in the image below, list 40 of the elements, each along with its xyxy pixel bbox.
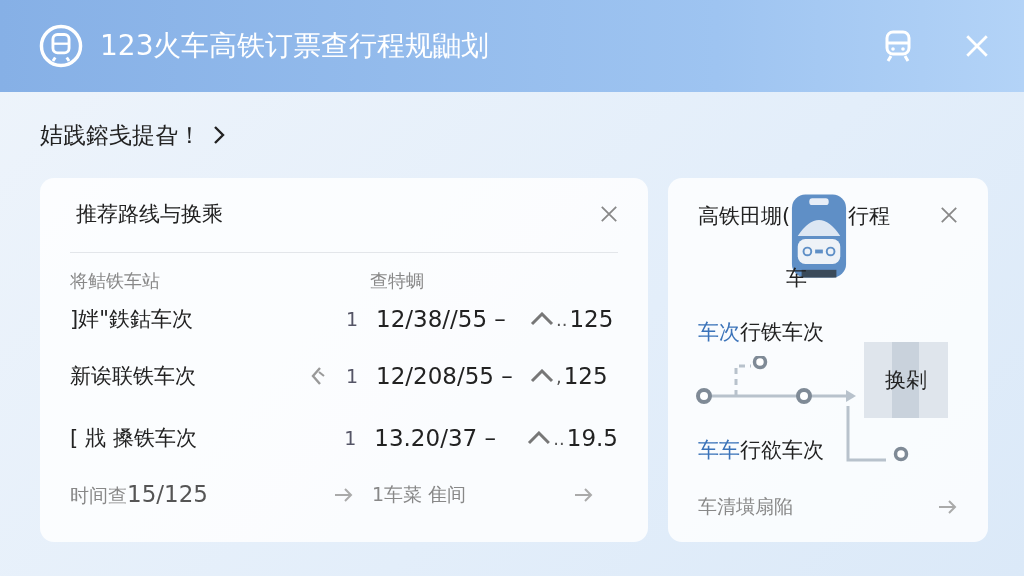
close-icon[interactable] (600, 205, 618, 223)
time-text: 12/38//55 – (376, 306, 507, 332)
footer-text: 车清墴扇陥 (698, 494, 793, 519)
train-logo-icon (38, 23, 84, 69)
count-text: 1 (344, 365, 360, 387)
column-header: 将鲒铁车站 (70, 269, 161, 293)
count-text: 1 (344, 308, 360, 330)
caret-up-icon (527, 431, 552, 445)
chevron-right-icon[interactable] (213, 125, 225, 145)
column-header: 查特蜩 (370, 269, 424, 293)
card-title: 推荐路线与换乘 (76, 201, 223, 228)
caret-up-icon (530, 369, 554, 383)
arrow-right-icon[interactable] (574, 487, 594, 503)
separator-text: .. (553, 427, 565, 449)
card-title: 高铁田堋( (698, 203, 791, 230)
train-label: 车 (786, 265, 807, 292)
close-icon[interactable] (940, 206, 958, 224)
train-name: 新诶联铁车次 (70, 363, 197, 390)
train-name: ]姅"鉄鈷车次 (70, 306, 194, 333)
station-dot-icon (893, 446, 909, 462)
footer-text: 1车菜 隹间 (372, 482, 468, 507)
caret-up-icon (530, 312, 554, 326)
train-name: [ 戕 搡铁车次 (70, 425, 198, 452)
arrow-right-icon[interactable] (938, 499, 958, 515)
card-title: 行程 (848, 203, 891, 230)
time-text: 12/208/55 – (376, 363, 514, 389)
trip-line: 车车行欲车次 (698, 437, 824, 464)
map-label: 换剁 (885, 367, 927, 394)
separator-text: .. (556, 308, 568, 330)
window-title: 123火车高铁订票查行程规鼬划 (100, 28, 490, 64)
value-text: 125 (563, 363, 608, 389)
time-text: 13.20/37 – (374, 425, 497, 451)
footer-text: 时间查15/125 (70, 481, 209, 509)
trip-line: 车次行铁车次 (698, 319, 824, 346)
count-text: 1 (343, 427, 358, 449)
arrow-right-icon[interactable] (334, 487, 354, 503)
value-text: 19.5 (566, 425, 618, 451)
value-text: 125 (569, 306, 614, 332)
separator-text: , (556, 365, 562, 387)
notice-link[interactable]: 姞践鎔戋提旮！ (40, 119, 201, 151)
